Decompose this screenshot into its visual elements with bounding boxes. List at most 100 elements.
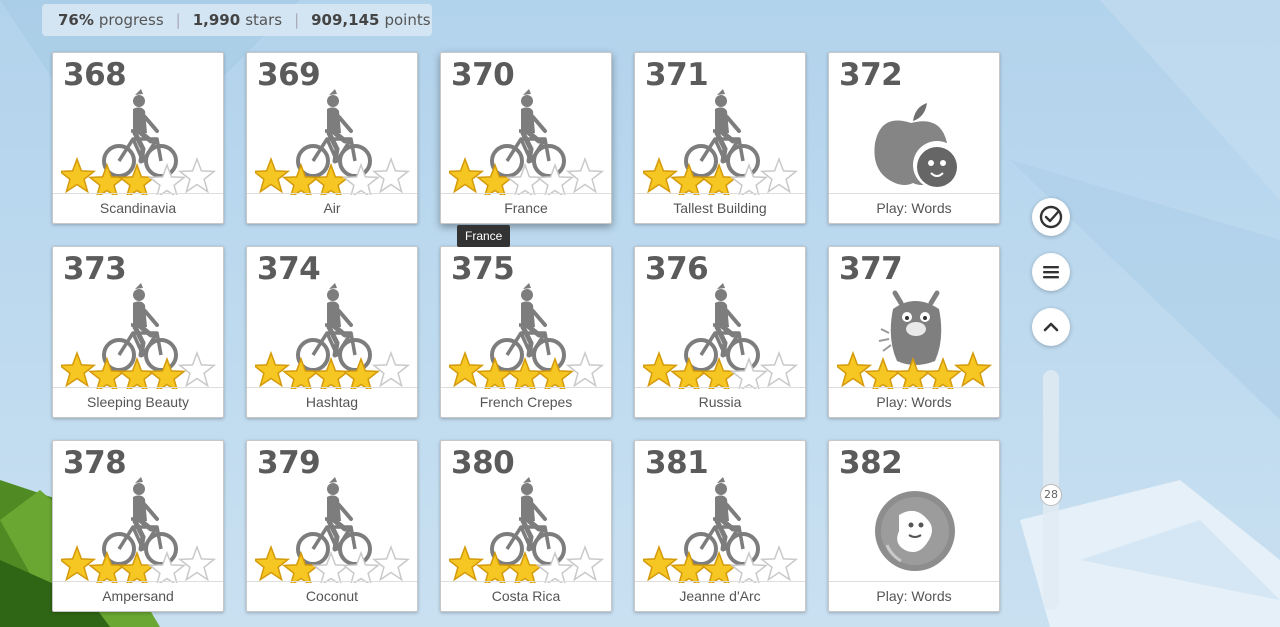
star-empty-icon xyxy=(535,162,575,195)
check-circle-icon xyxy=(1039,205,1063,229)
star-filled-icon xyxy=(863,356,903,389)
bicycle-icon xyxy=(61,283,217,389)
level-tile[interactable]: 382 Play: Words xyxy=(828,440,1000,612)
star-filled-icon xyxy=(449,156,485,194)
level-tile[interactable]: 371 Tallest Building xyxy=(634,52,806,224)
star-filled-icon xyxy=(449,544,485,582)
star-empty-icon xyxy=(759,156,799,194)
divider: | xyxy=(175,11,181,29)
bicycle-icon xyxy=(61,89,217,195)
star-filled-icon xyxy=(87,356,127,389)
star-empty-icon xyxy=(729,550,769,583)
star-filled-icon xyxy=(61,544,97,582)
stars-value: 1,990 xyxy=(192,11,241,29)
star-filled-icon xyxy=(87,162,127,195)
star-empty-icon xyxy=(341,550,381,583)
level-label: Play: Words xyxy=(829,193,999,223)
star-empty-icon xyxy=(147,550,187,583)
level-tile[interactable]: 377 Play: Words xyxy=(828,246,1000,418)
star-filled-icon xyxy=(837,350,873,388)
level-label: Air xyxy=(247,193,417,223)
star-empty-icon xyxy=(759,544,799,582)
level-tile[interactable]: 376 Russia xyxy=(634,246,806,418)
bicycle-icon xyxy=(255,89,411,195)
star-empty-icon xyxy=(371,350,411,388)
star-empty-icon xyxy=(565,350,605,388)
star-filled-icon xyxy=(341,356,381,389)
level-label: Russia xyxy=(635,387,805,417)
level-tile[interactable]: 381 Jeanne d'Arc xyxy=(634,440,806,612)
star-filled-icon xyxy=(449,350,485,388)
bicycle-icon xyxy=(643,89,799,195)
level-label: Scandinavia xyxy=(53,193,223,223)
progress-label: progress xyxy=(98,11,164,29)
level-label: Jeanne d'Arc xyxy=(635,581,805,611)
star-filled-icon xyxy=(643,544,679,582)
level-label: Play: Words xyxy=(829,387,999,417)
level-tile[interactable]: 373 Sleeping Beauty xyxy=(52,246,224,418)
level-label: French Crepes xyxy=(441,387,611,417)
star-empty-icon xyxy=(177,156,217,194)
star-filled-icon xyxy=(255,544,291,582)
level-tile[interactable]: 374 Hashtag xyxy=(246,246,418,418)
level-tile[interactable]: 369 Air xyxy=(246,52,418,224)
bicycle-icon xyxy=(449,477,605,583)
level-label: Sleeping Beauty xyxy=(53,387,223,417)
level-label: Play: Words xyxy=(829,581,999,611)
star-filled-icon xyxy=(281,162,321,195)
star-empty-icon xyxy=(565,156,605,194)
level-label: France xyxy=(441,193,611,223)
level-label: Costa Rica xyxy=(441,581,611,611)
star-empty-icon xyxy=(729,162,769,195)
star-filled-icon xyxy=(643,156,679,194)
star-filled-icon xyxy=(475,356,515,389)
star-filled-icon xyxy=(475,550,515,583)
level-tile[interactable]: 378 Ampersand xyxy=(52,440,224,612)
star-filled-icon xyxy=(669,550,709,583)
level-label: Ampersand xyxy=(53,581,223,611)
level-tile[interactable]: 375 French Crepes xyxy=(440,246,612,418)
points-value: 909,145 xyxy=(311,11,380,29)
tooltip: France xyxy=(457,225,511,247)
bicycle-icon xyxy=(255,477,411,583)
star-filled-icon xyxy=(669,162,709,195)
level-tile[interactable]: 372 Play: Words xyxy=(828,52,1000,224)
star-empty-icon xyxy=(147,162,187,195)
star-filled-icon xyxy=(953,350,993,388)
bicycle-icon xyxy=(643,477,799,583)
level-label: Coconut xyxy=(247,581,417,611)
level-tile[interactable]: 368 Scandinavia xyxy=(52,52,224,224)
star-filled-icon xyxy=(61,350,97,388)
stats-bar: 76% progress | 1,990 stars | 909,145 poi… xyxy=(42,4,432,36)
scroll-thumb[interactable]: 28 xyxy=(1040,484,1062,506)
level-tile[interactable]: 379 Coconut xyxy=(246,440,418,612)
star-filled-icon xyxy=(475,162,515,195)
star-filled-icon xyxy=(923,356,963,389)
level-label: Hashtag xyxy=(247,387,417,417)
star-filled-icon xyxy=(255,156,291,194)
star-empty-icon xyxy=(371,156,411,194)
progress-value: 76% xyxy=(58,11,94,29)
star-filled-icon xyxy=(281,550,321,583)
star-empty-icon xyxy=(371,544,411,582)
star-empty-icon xyxy=(565,544,605,582)
bicycle-icon xyxy=(449,283,605,389)
menu-icon xyxy=(1043,266,1059,279)
level-label: Tallest Building xyxy=(635,193,805,223)
stars-label: stars xyxy=(245,11,283,29)
star-empty-icon xyxy=(177,544,217,582)
bicycle-icon xyxy=(255,283,411,389)
star-filled-icon xyxy=(61,156,97,194)
star-filled-icon xyxy=(147,356,187,389)
bicycle-icon xyxy=(61,477,217,583)
menu-button[interactable] xyxy=(1032,253,1070,291)
apple-icon xyxy=(874,103,961,189)
star-filled-icon xyxy=(643,350,679,388)
check-button[interactable] xyxy=(1032,198,1070,236)
scroll-up-button[interactable] xyxy=(1032,308,1070,346)
star-empty-icon xyxy=(729,356,769,389)
star-empty-icon xyxy=(177,350,217,388)
level-tile[interactable]: 370 France xyxy=(440,52,612,224)
level-tile[interactable]: 380 Costa Rica xyxy=(440,440,612,612)
star-filled-icon xyxy=(87,550,127,583)
